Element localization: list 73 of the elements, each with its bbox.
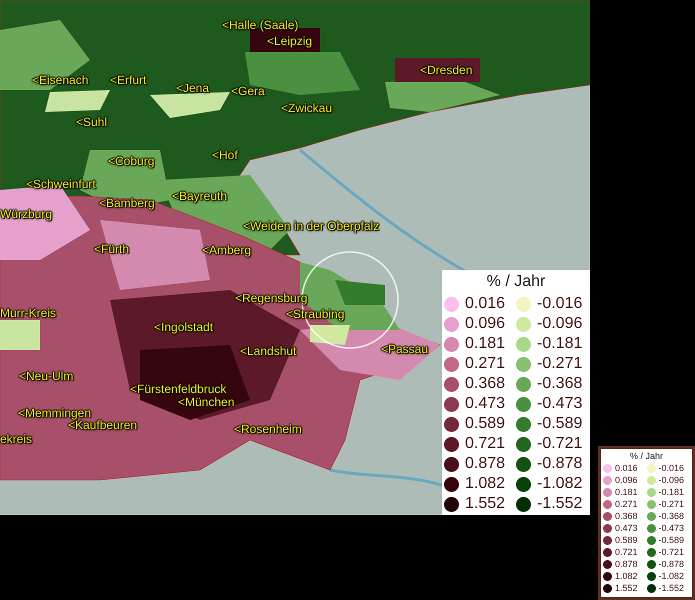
city-label: <Leipzig — [267, 34, 312, 48]
legend-value: 0.096 — [465, 315, 506, 333]
legend-value: 0.721 — [465, 435, 506, 453]
city-label: <Rosenheim — [234, 422, 302, 436]
city-label: <Amberg — [202, 243, 252, 257]
legend-value: -0.271 — [658, 499, 684, 509]
legend-value: 0.271 — [615, 499, 638, 509]
city-label: <Jena — [176, 81, 210, 95]
legend-value: -0.589 — [537, 415, 582, 433]
city-label: <Zwickau — [281, 101, 332, 115]
legend-value: 0.271 — [465, 355, 506, 373]
city-label: <Gera — [231, 84, 265, 98]
legend-value: 1.082 — [465, 475, 506, 493]
city-label: Murr-Kreis — [0, 306, 56, 320]
legend-value: -0.016 — [658, 463, 684, 473]
legend-value: -0.721 — [537, 435, 582, 453]
legend-value: -0.878 — [537, 455, 582, 473]
legend-value: -1.552 — [658, 583, 684, 593]
legend-value: -1.082 — [537, 475, 582, 493]
city-label: ekreis — [0, 432, 32, 446]
city-label: <Halle (Saale) — [222, 18, 298, 32]
legend-value: 0.096 — [615, 475, 638, 485]
legend-value: 1.552 — [615, 583, 638, 593]
legend-value: 0.368 — [615, 511, 638, 521]
city-label: <Erfurt — [110, 73, 146, 87]
legend-value: 0.721 — [615, 547, 638, 557]
city-label: <Fürth — [94, 242, 130, 256]
legend-value: -0.589 — [658, 535, 684, 545]
city-label: <Bamberg — [99, 196, 155, 210]
city-label: <Memmingen — [18, 406, 92, 420]
city-label: <Schweinfurt — [26, 177, 96, 191]
legend-value: 0.589 — [615, 535, 638, 545]
legend-value: -0.181 — [537, 335, 582, 353]
legend-value: 0.368 — [465, 375, 506, 393]
city-label: <Neu-Ulm — [19, 369, 74, 383]
legend-value: -0.016 — [537, 295, 582, 313]
city-label: <Dresden — [420, 63, 472, 77]
legend-value: -0.096 — [658, 475, 684, 485]
legend-value: -0.271 — [537, 355, 582, 373]
legend-value: 0.181 — [465, 335, 506, 353]
city-label: <Bayreuth — [172, 189, 228, 203]
city-label: <Suhl — [76, 115, 108, 129]
legend-value: 1.552 — [465, 495, 506, 513]
legend-value: -1.082 — [658, 571, 684, 581]
legend-value: -1.552 — [537, 495, 582, 513]
legend-title: % / Jahr — [630, 450, 663, 462]
city-label: <Hof — [212, 148, 238, 162]
city-label: <Kaufbeuren — [68, 418, 138, 432]
legend-value: 0.878 — [465, 455, 506, 473]
legend-title: % / Jahr — [486, 272, 546, 292]
legend-value: 0.878 — [615, 559, 638, 569]
city-label: <Coburg — [108, 154, 154, 168]
legend-value: 1.082 — [615, 571, 638, 581]
city-label: <München — [178, 395, 234, 409]
legend-value: 0.016 — [615, 463, 638, 473]
legend-value: -0.473 — [537, 395, 582, 413]
city-label: <Landshut — [240, 344, 296, 358]
legend-value: 0.181 — [615, 487, 638, 497]
legend-value: -0.473 — [658, 523, 684, 533]
legend-value: -0.368 — [658, 511, 684, 521]
legend-value: 0.473 — [465, 395, 506, 413]
legend-value: -0.181 — [658, 487, 684, 497]
legend-value: 0.589 — [465, 415, 506, 433]
city-label: Würzburg — [0, 207, 52, 221]
city-label: <Ingolstadt — [154, 320, 214, 334]
legend-value: -0.368 — [537, 375, 582, 393]
city-label: <Fürstenfeldbruck — [130, 382, 226, 396]
legend-value: -0.878 — [658, 559, 684, 569]
legend-value: -0.096 — [537, 315, 582, 333]
city-label: <Passau — [381, 342, 428, 356]
legend-value: 0.016 — [465, 295, 506, 313]
legend-value: -0.721 — [658, 547, 684, 557]
legend-value: 0.473 — [615, 523, 638, 533]
